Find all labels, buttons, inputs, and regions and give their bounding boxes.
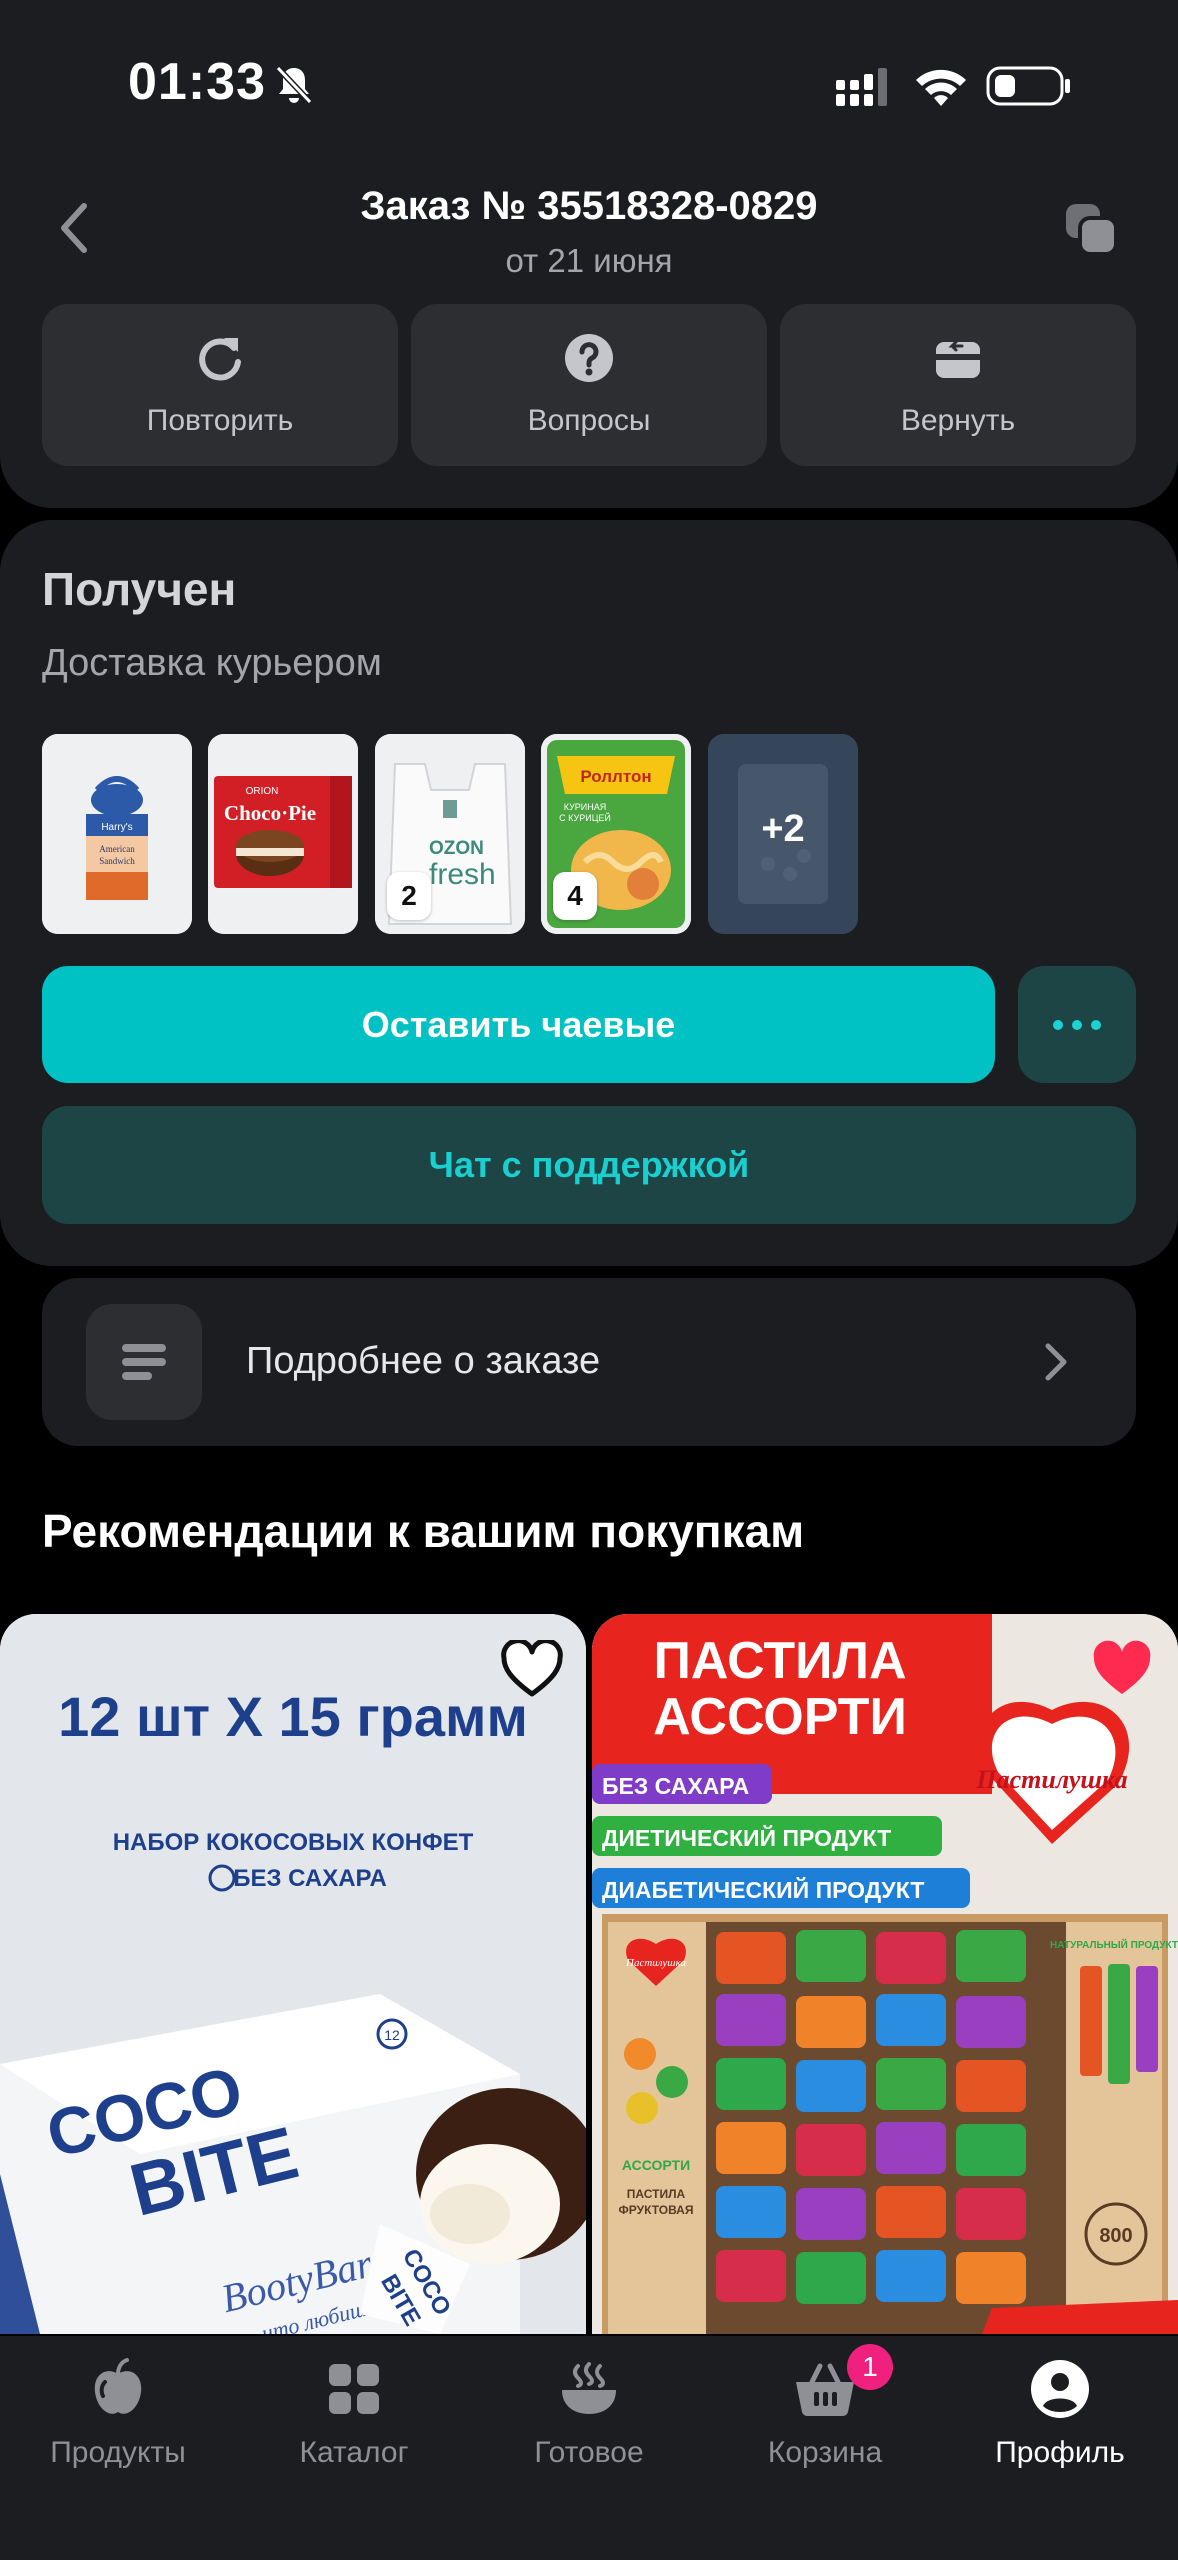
favorite-heart-filled-icon[interactable] xyxy=(1090,1640,1154,1698)
chocopie-maker: ORION xyxy=(246,786,279,797)
item-quantity-badge: 4 xyxy=(553,872,597,920)
pastila-brand: Пастилушка xyxy=(975,1765,1127,1794)
rollton-line-2: КУРИНАЯ xyxy=(564,802,607,812)
bell-muted-icon xyxy=(275,65,313,105)
coco-line-1: НАБОР КОКОСОВЫХ КОНФЕТ xyxy=(113,1829,474,1856)
pastila-title-1: ПАСТИЛА xyxy=(653,1632,906,1690)
coco-bite-product-image: 12 шт Х 15 грамм НАБОР КОКОСОВЫХ КОНФЕТ … xyxy=(0,1614,586,2334)
rollton-brand: Роллтон xyxy=(580,767,651,786)
delivery-method: Доставка курьером xyxy=(42,642,382,684)
pastila-weight: 800 xyxy=(1099,2225,1132,2247)
pastila-box-brand: Пастилушка xyxy=(625,1957,686,1969)
profile-icon xyxy=(1031,2360,1089,2418)
pastila-tag-2: ДИЕТИЧЕСКИЙ ПРОДУКТ xyxy=(602,1824,891,1851)
leave-tip-button[interactable]: Оставить чаевые xyxy=(42,966,995,1083)
nav-cart[interactable]: 1 Корзина xyxy=(707,2336,943,2560)
pastila-side-text: НАТУРАЛЬНЫЙ ПРОДУКТ xyxy=(1050,1938,1178,1951)
nav-profile[interactable]: Профиль xyxy=(942,2336,1178,2560)
chocopie-brand: Choco·Pie xyxy=(224,801,316,825)
nav-products[interactable]: Продукты xyxy=(0,2336,236,2560)
dot xyxy=(1072,1020,1082,1030)
product-card[interactable]: ПАСТИЛА АССОРТИ Пастилушка БЕЗ САХАРА ДИ… xyxy=(592,1614,1178,2334)
repeat-icon xyxy=(199,338,241,381)
order-details-row[interactable]: Подробнее о заказе xyxy=(42,1278,1136,1446)
rollton-line-3: С КУРИЦЕЙ xyxy=(559,812,611,823)
battery-icon xyxy=(986,66,1070,106)
pastila-box-3: ФРУКТОВАЯ xyxy=(619,2203,694,2217)
coco-weight: 12 xyxy=(384,2027,400,2043)
nav-ready-food-label: Готовое xyxy=(534,2436,644,2469)
pastila-tag-1: БЕЗ САХАРА xyxy=(602,1773,749,1799)
order-details-label: Подробнее о заказе xyxy=(246,1340,601,1382)
coco-line-2: БЕЗ САХАРА xyxy=(233,1865,387,1892)
bread-line-2: American xyxy=(99,844,135,854)
pastila-box-1: АССОРТИ xyxy=(622,2157,690,2173)
question-icon xyxy=(565,334,613,382)
chocopie-box-image: ORION Choco·Pie xyxy=(208,734,358,934)
item-quantity-badge: 2 xyxy=(387,872,431,920)
status-time: 01:33 xyxy=(128,53,266,111)
nav-cart-label: Корзина xyxy=(767,2436,883,2469)
order-item-thumbnail[interactable]: OZON fresh 2 xyxy=(375,734,525,934)
copy-icon[interactable] xyxy=(1062,200,1120,258)
dot xyxy=(1091,1020,1101,1030)
more-items-thumbnail[interactable]: +2 xyxy=(708,734,858,934)
support-chat-button[interactable]: Чат с поддержкой xyxy=(42,1106,1136,1224)
return-box-icon xyxy=(936,340,980,378)
pastila-tag-3: ДИАБЕТИЧЕСКИЙ ПРОДУКТ xyxy=(602,1876,924,1903)
cart-count-badge: 1 xyxy=(847,2344,893,2390)
pastila-title-2: АССОРТИ xyxy=(653,1688,907,1746)
list-icon xyxy=(122,1344,166,1380)
more-items-count: +2 xyxy=(761,808,805,850)
pastila-box-2: ПАСТИЛА xyxy=(627,2187,686,2201)
coco-headline: 12 шт Х 15 грамм xyxy=(58,1685,528,1748)
order-item-thumbnail[interactable]: ORION Choco·Pie xyxy=(208,734,358,934)
questions-button[interactable]: Вопросы xyxy=(411,304,767,466)
cellular-signal-icon xyxy=(836,68,887,106)
grid-icon xyxy=(329,2364,379,2414)
details-icon-box xyxy=(86,1304,202,1420)
order-item-thumbnail[interactable]: Harry's American Sandwich xyxy=(42,734,192,934)
wifi-icon xyxy=(916,69,966,106)
hot-dish-icon xyxy=(562,2362,616,2414)
return-button[interactable]: Вернуть xyxy=(780,304,1136,466)
more-options-button[interactable] xyxy=(1018,966,1136,1083)
product-card[interactable]: 12 шт Х 15 грамм НАБОР КОКОСОВЫХ КОНФЕТ … xyxy=(0,1614,586,2334)
nav-catalog-label: Каталог xyxy=(299,2436,409,2469)
order-title: Заказ № 35518328-0829 xyxy=(360,184,818,228)
order-date: от 21 июня xyxy=(505,242,673,279)
apple-icon xyxy=(94,2358,142,2414)
bottom-navigation: Продукты Каталог Готовое 1 Корзина Профи… xyxy=(0,2336,1178,2560)
bread-package-image: Harry's American Sandwich xyxy=(42,734,192,934)
dot xyxy=(1053,1020,1063,1030)
favorite-heart-outline-icon[interactable] xyxy=(500,1640,564,1698)
order-status-title: Получен xyxy=(42,563,237,615)
pastila-product-image: ПАСТИЛА АССОРТИ Пастилушка БЕЗ САХАРА ДИ… xyxy=(592,1614,1178,2334)
nav-profile-label: Профиль xyxy=(995,2436,1125,2469)
nav-products-label: Продукты xyxy=(50,2436,186,2469)
repeat-label: Повторить xyxy=(146,404,294,437)
chevron-right-icon xyxy=(1045,1343,1067,1381)
questions-label: Вопросы xyxy=(527,404,651,437)
nav-ready-food[interactable]: Готовое xyxy=(471,2336,707,2560)
recommendations-title: Рекомендации к вашим покупкам xyxy=(42,1505,805,1557)
ozon-text: OZON xyxy=(429,838,484,859)
repeat-order-button[interactable]: Повторить xyxy=(42,304,398,466)
bread-line-3: Sandwich xyxy=(99,856,135,866)
bread-brand-text: Harry's xyxy=(101,822,132,833)
return-label: Вернуть xyxy=(900,404,1016,437)
order-item-thumbnail[interactable]: Роллтон КУРИНАЯ С КУРИЦЕЙ 4 xyxy=(541,734,691,934)
nav-catalog[interactable]: Каталог xyxy=(236,2336,472,2560)
fresh-text: fresh xyxy=(429,858,496,891)
